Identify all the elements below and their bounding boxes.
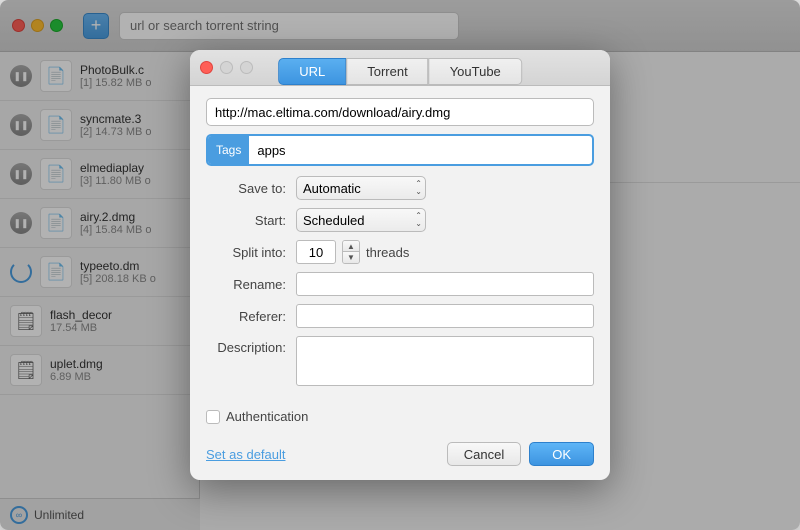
modal-minimize-button[interactable]	[220, 61, 233, 74]
rename-row: Rename:	[206, 272, 594, 296]
modal-body: Tags Save to: Automatic Desktop Download…	[190, 86, 610, 409]
cancel-button[interactable]: Cancel	[447, 442, 521, 466]
stepper-up-button[interactable]: ▲	[343, 241, 359, 252]
modal-maximize-button[interactable]	[240, 61, 253, 74]
save-to-row: Save to: Automatic Desktop Downloads	[206, 176, 594, 200]
split-row: Split into: ▲ ▼ threads	[206, 240, 594, 264]
set-default-link[interactable]: Set as default	[206, 447, 286, 462]
threads-label: threads	[366, 245, 409, 260]
tab-youtube[interactable]: YouTube	[429, 58, 522, 85]
stepper-down-button[interactable]: ▼	[343, 252, 359, 263]
ok-button[interactable]: OK	[529, 442, 594, 466]
authentication-label: Authentication	[226, 409, 308, 424]
tags-value-input[interactable]	[249, 136, 592, 164]
split-label: Split into:	[206, 245, 296, 260]
rename-label: Rename:	[206, 277, 296, 292]
save-to-label: Save to:	[206, 181, 296, 196]
url-input-row	[206, 98, 594, 126]
authentication-checkbox[interactable]	[206, 410, 220, 424]
tags-input-row[interactable]: Tags	[206, 134, 594, 166]
referer-label: Referer:	[206, 309, 296, 324]
start-row: Start: Scheduled Immediately Manually	[206, 208, 594, 232]
modal-title-bar: URL Torrent YouTube	[190, 50, 610, 86]
tags-badge: Tags	[208, 136, 249, 164]
split-input[interactable]	[296, 240, 336, 264]
description-label: Description:	[206, 336, 296, 355]
rename-input[interactable]	[296, 272, 594, 296]
footer-buttons: Cancel OK	[447, 442, 594, 466]
add-download-modal: URL Torrent YouTube Tags Save to:	[190, 50, 610, 480]
referer-input[interactable]	[296, 304, 594, 328]
description-row: Description:	[206, 336, 594, 389]
referer-row: Referer:	[206, 304, 594, 328]
tab-url[interactable]: URL	[278, 58, 346, 85]
url-input[interactable]	[206, 98, 594, 126]
modal-overlay: URL Torrent YouTube Tags Save to:	[0, 0, 800, 530]
description-input[interactable]	[296, 336, 594, 386]
modal-footer: Set as default Cancel OK	[190, 434, 610, 480]
authentication-row: Authentication	[206, 409, 610, 424]
start-label: Start:	[206, 213, 296, 228]
start-select[interactable]: Scheduled Immediately Manually	[296, 208, 426, 232]
save-to-select[interactable]: Automatic Desktop Downloads	[296, 176, 426, 200]
app-window: + ❚❚ 📄 PhotoBulk.c [1] 15.82 MB o ❚❚ 📄 s…	[0, 0, 800, 530]
split-stepper: ▲ ▼	[342, 240, 360, 264]
tab-torrent[interactable]: Torrent	[346, 58, 428, 85]
modal-close-button[interactable]	[200, 61, 213, 74]
